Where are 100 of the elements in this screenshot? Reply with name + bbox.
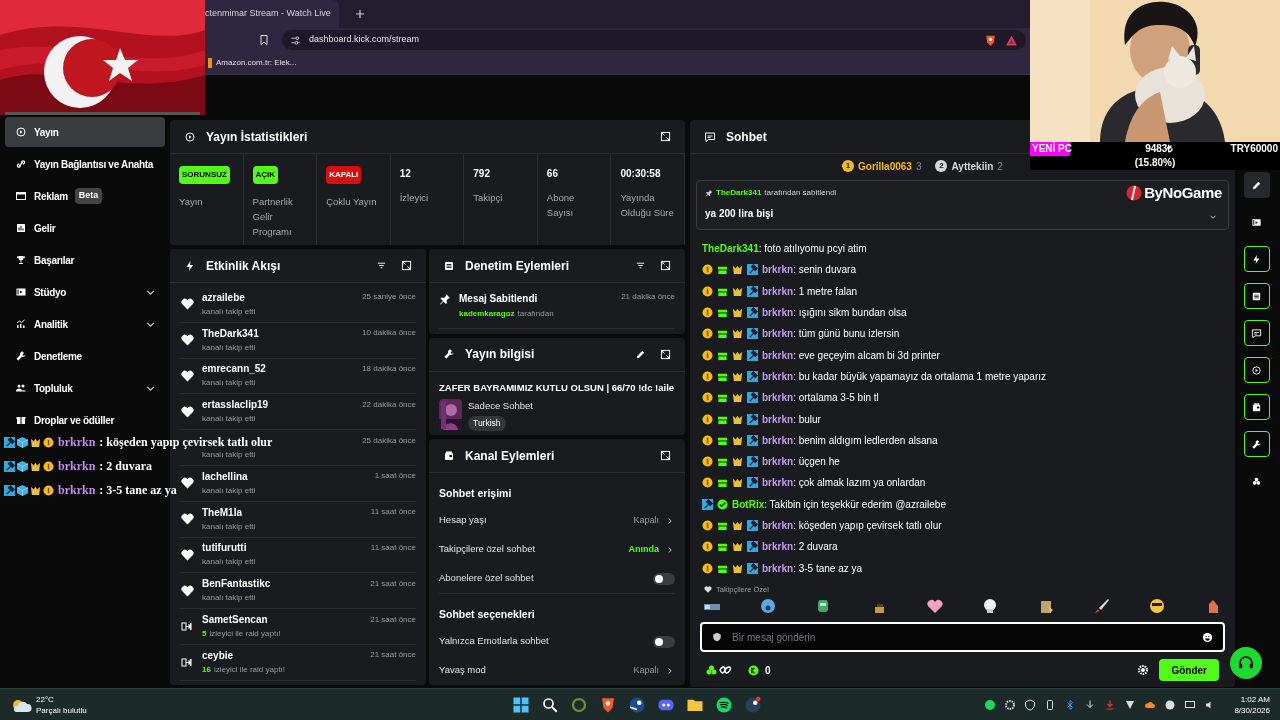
sidebar-item[interactable]: Stüdyo <box>5 277 165 307</box>
dots-cluster-icon <box>1251 475 1262 487</box>
tool-button[interactable] <box>1243 357 1270 383</box>
start-icon[interactable] <box>511 695 530 714</box>
event-detail: kanalı takip etti <box>202 592 257 605</box>
pinned-message[interactable]: TheDark341 tarafından sabitlendi ya 200 lira bişi ByNoGame <box>696 180 1229 230</box>
steam-icon[interactable] <box>743 695 762 714</box>
cube-icon <box>17 437 28 448</box>
tool-button[interactable] <box>1243 246 1270 272</box>
setting-row[interactable]: Yavaş mod Kapalı <box>439 656 675 685</box>
heart-icon <box>180 298 194 311</box>
sidebar-item[interactable]: Topluluk <box>5 373 165 403</box>
triangle-icon[interactable] <box>1005 33 1018 47</box>
stat-label: Abone Sayısı <box>546 191 576 220</box>
coin-icon <box>702 370 713 382</box>
panel-title: Sohbet <box>726 128 767 146</box>
expand-icon[interactable] <box>401 260 412 271</box>
film-icon <box>1251 216 1262 228</box>
sidebar-item[interactable]: Yayın Bağlantısı ve Anahta <box>5 149 165 179</box>
clock[interactable]: 1:02 AM 8/30/2026 <box>1234 693 1270 716</box>
sidebar-item[interactable]: Analitik <box>5 309 165 339</box>
kick-points[interactable]: 0 <box>748 662 771 678</box>
setting-row[interactable]: Hesap yaşı Kapalı <box>439 506 675 535</box>
emote-icon[interactable] <box>926 598 943 614</box>
coin-icon <box>702 264 713 276</box>
sidebar-item[interactable]: Denetleme <box>5 341 165 371</box>
message-field[interactable]: Bir mesaj gönderin <box>700 622 1225 652</box>
bookmark-icon[interactable] <box>258 34 270 46</box>
username: TheDark341 <box>202 326 259 341</box>
status-badge: SORUNSUZ <box>179 166 230 184</box>
timestamp: 1 saat önce <box>374 470 416 483</box>
lion-shield-icon[interactable] <box>984 33 997 47</box>
event-detail: kanalı takip etti <box>202 413 257 426</box>
tool-button[interactable] <box>1243 320 1270 346</box>
chat-bubble-icon <box>1251 327 1262 339</box>
ring-icon[interactable] <box>569 695 588 714</box>
bar-chart-icon <box>15 222 27 234</box>
stat-value: 00:30:58 <box>620 167 662 180</box>
plus-icon[interactable] <box>354 9 365 19</box>
toggle-switch[interactable] <box>653 635 675 648</box>
username: lachellina <box>202 469 248 484</box>
timestamp: 18 dakika önce <box>362 363 416 375</box>
tool-button[interactable] <box>1243 394 1270 420</box>
shield-icon[interactable] <box>1024 698 1037 711</box>
setting-row[interactable]: Yalnızca Emotlarla sohbet <box>439 627 675 656</box>
tool-button[interactable] <box>1243 172 1270 198</box>
list-icon <box>443 259 455 272</box>
steam-icon[interactable] <box>627 695 646 714</box>
expand-icon[interactable] <box>660 450 671 461</box>
search-icon[interactable] <box>540 695 559 714</box>
app-icon[interactable] <box>1124 698 1137 711</box>
sidebar-item[interactable]: Reklam Beta <box>5 181 165 211</box>
sidebar-item[interactable]: Gelir <box>5 213 165 243</box>
emoji-icon[interactable] <box>1202 631 1213 643</box>
emote-icon[interactable] <box>982 598 999 614</box>
message-input[interactable]: Bir mesaj gönderin <box>732 629 1192 645</box>
hammer-icon <box>747 520 758 531</box>
leaderboard-entry[interactable]: 1 Gorilla0063 3 <box>842 158 922 174</box>
pencil-icon[interactable] <box>635 348 646 360</box>
filter-icon[interactable] <box>635 260 646 271</box>
setting-row[interactable]: Takipçilere özel sohbet Anında <box>439 535 675 564</box>
download-icon[interactable] <box>1104 698 1117 711</box>
steam-icon[interactable] <box>1164 698 1177 711</box>
emote-icon[interactable] <box>1093 598 1110 614</box>
emote-icon[interactable] <box>759 598 776 614</box>
username: ertasslaclip19 <box>202 398 269 413</box>
infinity-points-icon[interactable] <box>706 664 732 676</box>
support-button[interactable] <box>1230 647 1262 679</box>
wrench-icon <box>443 348 455 361</box>
expand-icon[interactable] <box>660 348 671 360</box>
sidebar-item[interactable]: Droplar ve ödüller <box>5 405 165 435</box>
spotify-icon[interactable] <box>984 698 997 711</box>
expand-icon[interactable] <box>660 131 671 142</box>
sidebar-item[interactable]: Başarılar <box>5 245 165 275</box>
hammer-icon <box>702 498 713 510</box>
tag-chip[interactable]: Turkish <box>468 416 506 431</box>
address-bar[interactable]: dashboard.kick.com/stream <box>282 30 1026 50</box>
panel-title: Etkinlik Akışı <box>206 257 281 275</box>
browser-tab[interactable]: ctenmimar Stream - Watch Live <box>205 0 339 28</box>
send-button[interactable]: Gönder <box>1159 659 1219 681</box>
settings-icon[interactable] <box>1137 664 1150 676</box>
tool-button[interactable] <box>1243 283 1270 309</box>
crown-icon <box>732 456 743 468</box>
filter-icon[interactable] <box>376 260 387 271</box>
sidebar-item[interactable]: Yayın <box>5 117 165 147</box>
chat-message: brkrkn: ortalama 3-5 bin tl <box>762 391 879 406</box>
people-icon <box>15 382 27 394</box>
monitor-icon[interactable] <box>1184 698 1197 711</box>
expand-icon[interactable] <box>660 260 671 271</box>
tool-button[interactable] <box>1243 431 1270 457</box>
hammer-icon <box>747 562 758 574</box>
category-name[interactable]: Sadece Sohbet <box>468 398 533 414</box>
gear-icon[interactable] <box>1004 698 1017 711</box>
bookmark-item[interactable]: Amazon.com.tr: Elek... <box>208 57 297 69</box>
spotify-icon[interactable] <box>714 695 733 714</box>
toggle-switch[interactable] <box>653 572 675 585</box>
emote-icon[interactable] <box>1149 598 1166 614</box>
raid-icon <box>181 620 193 634</box>
setting-row[interactable]: Abonelere özel sohbet <box>439 564 675 593</box>
leaderboard-entry[interactable]: 2 Ayttekiin 2 <box>935 158 1003 174</box>
